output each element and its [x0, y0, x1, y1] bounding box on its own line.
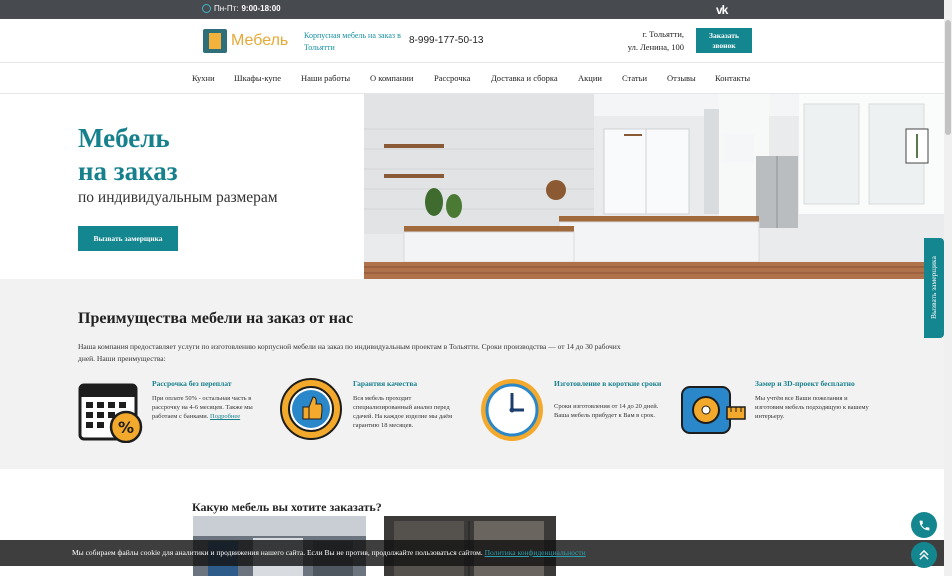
phone-icon	[919, 520, 929, 530]
clock-icon	[202, 4, 211, 13]
order-call-line1: Заказать	[709, 31, 739, 40]
quality-badge-icon	[279, 377, 345, 443]
advantage-speed-title: Изготовление в короткие сроки	[554, 379, 662, 388]
advantage-speed-text: Сроки изготовления от 14 до 20 дней. Ваш…	[554, 403, 659, 419]
working-hours: Пн-Пт: 9:00-18:00	[202, 4, 281, 13]
address-city: г. Тольятти,	[642, 29, 684, 39]
address: г. Тольятти, ул. Ленина, 100	[612, 28, 684, 54]
advantage-quality-text: Вся мебель проходит специализированный а…	[353, 395, 453, 429]
advantage-measure-title: Замер и 3D-проект бесплатно	[755, 379, 855, 388]
hero-section: Мебель на заказ по индивидуальным размер…	[0, 94, 952, 279]
vk-icon[interactable]: vk	[716, 3, 728, 17]
tape-measure-icon	[681, 377, 747, 443]
advantages-intro: Наша компания предоставляет услуги по из…	[78, 342, 621, 363]
advantage-installment: % Рассрочка без переплат При оплате 50% …	[78, 377, 278, 447]
catalog-title: Какую мебель вы хотите заказать?	[192, 500, 382, 514]
hero-title-line2: на заказ	[78, 156, 178, 186]
clock-icon	[480, 377, 546, 443]
top-bar: Пн-Пт: 9:00-18:00 vk	[0, 0, 952, 19]
advantage-installment-text: При оплате 50% - остальная часть в расср…	[152, 395, 253, 420]
hero-title-line1: Мебель	[78, 123, 170, 153]
advantage-installment-title: Рассрочка без переплат	[152, 379, 232, 388]
nav-item-articles[interactable]: Статьи	[622, 73, 647, 83]
side-call-measurer-tab[interactable]: Вызвать замерщика	[924, 238, 944, 338]
logo-text: Мебель	[231, 32, 289, 49]
advantage-measure-text: Мы учтём все Ваши пожелания и изготовим …	[755, 395, 869, 420]
advantage-quality: Гарантия качества Вся мебель проходит сп…	[279, 377, 479, 447]
nav-item-works[interactable]: Наши работы	[301, 73, 350, 83]
hours-prefix: Пн-Пт:	[214, 4, 239, 13]
cookie-text: Мы собираем файлы cookie для аналитики и…	[72, 548, 483, 557]
phone-call-button[interactable]	[911, 512, 937, 538]
page-scrollbar[interactable]	[944, 0, 952, 576]
nav-item-contacts[interactable]: Контакты	[715, 73, 750, 83]
nav-item-delivery[interactable]: Доставка и сборка	[491, 73, 558, 83]
advantage-speed: Изготовление в короткие сроки Сроки изго…	[480, 377, 680, 447]
hero-subtitle: по индивидуальным размерам	[78, 189, 278, 206]
cookie-banner: Мы собираем файлы cookie для аналитики и…	[0, 540, 944, 566]
kitchen-photo	[364, 94, 944, 279]
svg-text:%: %	[118, 418, 134, 437]
phone-number[interactable]: 8-999-177-50-13	[409, 35, 484, 46]
scroll-to-top-button[interactable]	[911, 542, 937, 568]
main-nav: Кухни Шкафы-купе Наши работы О компании …	[0, 63, 952, 94]
nav-item-wardrobes[interactable]: Шкафы-купе	[234, 73, 281, 83]
logo[interactable]: Мебель	[203, 29, 288, 53]
advantage-quality-title: Гарантия качества	[353, 379, 418, 388]
nav-item-installment[interactable]: Рассрочка	[434, 73, 470, 83]
order-call-line2: звонок	[712, 41, 736, 50]
order-call-button[interactable]: Заказать звонок	[696, 28, 752, 53]
advantages-section: Преимущества мебели на заказ от нас Наша…	[0, 279, 952, 469]
address-street: ул. Ленина, 100	[627, 42, 684, 52]
advantage-measure: Замер и 3D-проект бесплатно Мы учтём все…	[681, 377, 881, 447]
nav-item-promos[interactable]: Акции	[578, 73, 602, 83]
call-measurer-button[interactable]: Вызвать замерщика	[78, 226, 178, 251]
hours-value: 9:00-18:00	[241, 4, 281, 13]
nav-item-kitchens[interactable]: Кухни	[192, 73, 215, 83]
nav-item-about[interactable]: О компании	[370, 73, 413, 83]
nav-item-reviews[interactable]: Отзывы	[667, 73, 696, 83]
scrollbar-thumb[interactable]	[945, 20, 951, 135]
site-header: Мебель Корпусная мебель на заказ в Толья…	[0, 19, 952, 63]
calendar-percent-icon: %	[78, 377, 144, 444]
advantages-title: Преимущества мебели на заказ от нас	[78, 310, 354, 327]
hero-title: Мебель на заказ	[78, 122, 178, 188]
privacy-policy-link[interactable]: Политика конфиденциальности	[485, 548, 586, 557]
double-chevron-up-icon	[919, 549, 929, 560]
logo-mark-icon	[203, 29, 227, 53]
installment-more-link[interactable]: Подробнее	[210, 413, 240, 420]
tagline: Корпусная мебель на заказ в Тольятти	[304, 31, 401, 52]
